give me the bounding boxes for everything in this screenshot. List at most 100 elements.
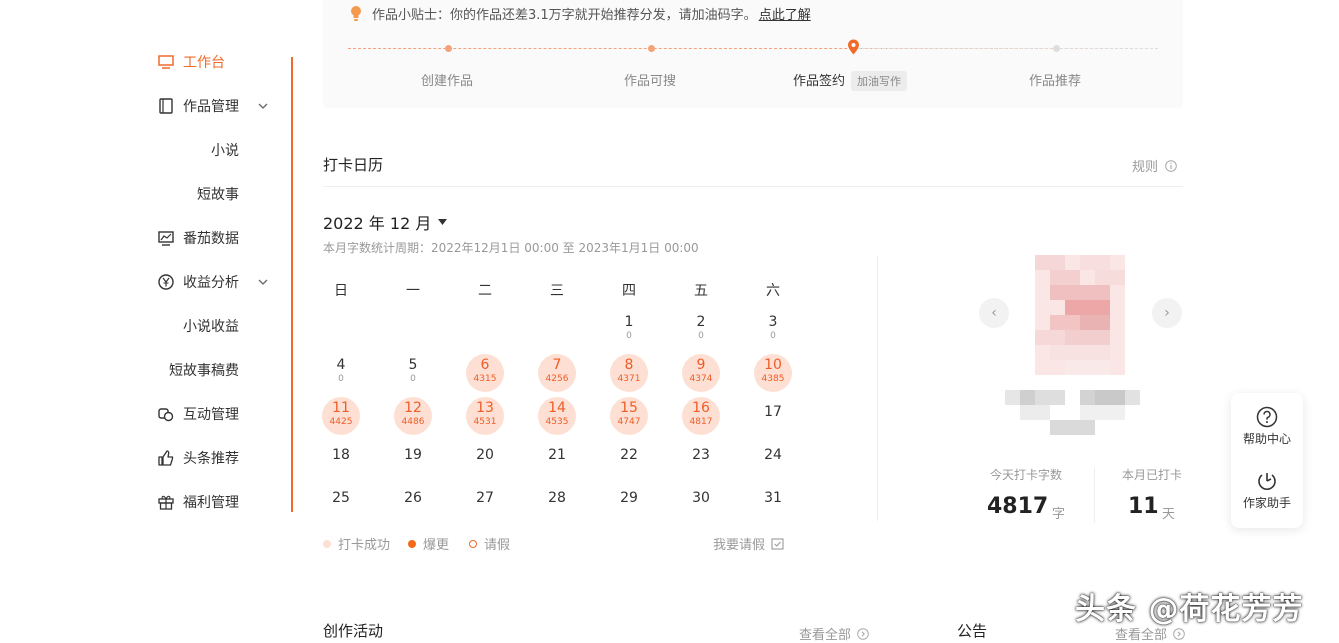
caret-down-icon [438,219,448,225]
day-word-count: 4535 [545,417,569,427]
legend-label: 爆更 [423,538,450,553]
sidebar-item-data[interactable]: 番茄数据 [157,227,239,249]
day-word-count: 0 [698,331,704,341]
calendar-day[interactable]: 50 [394,354,432,392]
sidebar-item-label: 番茄数据 [183,231,239,247]
day-number: 13 [476,400,494,416]
day-word-count: 4486 [401,417,425,427]
sidebar-item-works[interactable]: 作品管理 [157,95,239,117]
weekday-label: 二 [478,283,492,299]
watermark: 头条 @荷花芳芳 [1075,592,1304,627]
calendar-day[interactable]: 27 [466,483,504,525]
location-pin-icon [847,39,860,59]
sidebar-item-label: 收益分析 [183,275,239,291]
calendar-day[interactable]: 14 4535 [538,397,576,435]
calendar-day[interactable]: 10 [610,311,648,349]
sidebar-item-label: 头条推荐 [183,451,239,467]
step-signed-label: 作品签约 [793,74,846,89]
calendar-day[interactable]: 22 [610,440,648,482]
calendar-day[interactable]: 20 [466,440,504,482]
calendar-day[interactable]: 10 4385 [754,354,792,392]
calendar-day[interactable]: 17 [754,397,792,439]
day-number: 11 [332,400,350,416]
calendar-day[interactable]: 13 4531 [466,397,504,435]
calendar-day[interactable]: 25 [322,483,360,525]
calendar-day[interactable]: 30 [754,311,792,349]
calendar-check-icon [771,537,784,550]
sidebar-item-interaction[interactable]: 互动管理 [157,403,239,425]
calendar-day[interactable]: 31 [754,483,792,525]
weekday-label: 六 [766,283,780,299]
chevron-down-icon[interactable] [258,271,268,293]
calendar-day[interactable]: 9 4374 [682,354,720,392]
legend-leave: 请假 [469,534,510,553]
day-number: 24 [764,447,782,463]
day-number: 7 [552,357,562,373]
calendar-day[interactable]: 11 4425 [322,397,360,435]
writer-assistant-button[interactable]: 作家助手 [1231,470,1303,511]
day-number: 25 [332,490,350,506]
sidebar-item-income[interactable]: 收益分析 [157,271,239,293]
prev-arrow-button[interactable]: ‹ [979,298,1009,328]
day-number: 17 [764,404,782,420]
request-leave-button[interactable]: 我要请假 [713,534,784,553]
calendar-day[interactable]: 19 [394,440,432,482]
calendar-day[interactable]: 7 4256 [538,354,576,392]
sidebar-item-short-story[interactable]: 短故事 [197,183,239,205]
calendar-day[interactable]: 40 [322,354,360,392]
calendar-day[interactable]: 16 4817 [682,397,720,435]
day-number: 28 [548,490,566,506]
sidebar-item-novel[interactable]: 小说 [211,139,239,161]
calendar-day[interactable]: 23 [682,440,720,482]
step-dot [648,45,655,52]
day-number: 3 [768,314,778,330]
more-label: 查看全部 [799,628,852,643]
day-word-count: 0 [770,331,776,341]
rules-label: 规则 [1132,160,1159,175]
rules-link[interactable]: 规则 [1132,156,1177,175]
calendar-day[interactable]: 30 [682,483,720,525]
sidebar-item-recommend[interactable]: 头条推荐 [157,447,239,469]
sidebar-item-workbench[interactable]: 工作台 [157,51,225,73]
step-dot [1053,45,1060,52]
calendar-day[interactable]: 18 [322,440,360,482]
today-words-value: 4817 [987,494,1049,519]
sidebar-item-novel-income[interactable]: 小说收益 [183,315,239,337]
calendar-day[interactable]: 12 4486 [394,397,432,435]
day-number: 30 [692,490,710,506]
learn-more-link[interactable]: 点此了解 [759,4,811,23]
activity-more-link[interactable]: 查看全部 [799,624,869,643]
sidebar-item-short-story-fee[interactable]: 短故事稿费 [169,359,239,381]
calendar-day[interactable]: 28 [538,483,576,525]
month-selector[interactable]: 2022 年 12 月 [323,210,448,234]
legend-burst: 爆更 [408,534,449,553]
calendar-day[interactable]: 15 4747 [610,397,648,435]
help-center-button[interactable]: 帮助中心 [1231,406,1303,447]
calendar-day[interactable]: 29 [610,483,648,525]
legend-dot [323,539,331,548]
calendar-day[interactable]: 6 4315 [466,354,504,392]
day-number: 5 [408,357,418,373]
day-number: 4 [336,357,346,373]
day-word-count: 4315 [473,374,497,384]
day-number: 8 [624,357,634,373]
chevron-down-icon[interactable] [258,95,268,117]
sidebar-item-welfare[interactable]: 福利管理 [157,491,239,513]
day-word-count: 4371 [617,374,641,384]
calendar-day[interactable]: 8 4371 [610,354,648,392]
calendar-day[interactable]: 21 [538,440,576,482]
month-days-label: 本月已打卡 [1122,468,1183,482]
calendar-day[interactable]: 26 [394,483,432,525]
sidebar-item-label: 短故事稿费 [169,363,239,379]
next-arrow-button[interactable]: › [1152,298,1182,328]
sidebar-item-label: 福利管理 [183,495,239,511]
step-searchable: 作品可搜 [624,74,677,89]
assistant-icon [1231,470,1303,492]
day-number: 20 [476,447,494,463]
calendar-day[interactable]: 20 [682,311,720,349]
calendar-day[interactable]: 24 [754,440,792,482]
today-words-unit: 字 [1052,507,1066,522]
chevron-right-icon: › [1164,305,1170,321]
stat-period: 本月字数统计周期：2022年12月1日 00:00 至 2023年1月1日 00… [323,241,699,255]
day-number: 6 [480,357,490,373]
